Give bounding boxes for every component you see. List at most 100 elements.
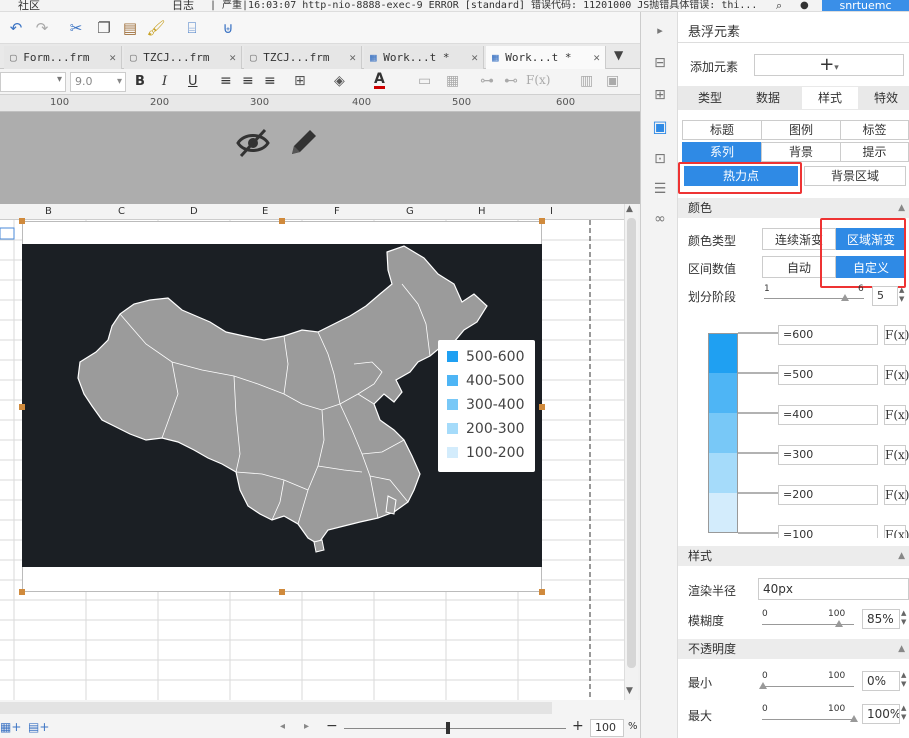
tab-file-2[interactable]: ▢ TZCJ...frm ✕ — [124, 46, 242, 69]
dataset-icon[interactable]: ⊞ — [651, 86, 669, 104]
log-link[interactable]: 日志 — [172, 0, 194, 11]
min-opacity-input[interactable]: 0% — [862, 671, 900, 691]
scroll-up-icon[interactable]: ▲ — [626, 204, 633, 214]
add-element-button[interactable]: +▾ — [754, 54, 904, 76]
close-icon[interactable]: ✕ — [229, 46, 236, 69]
formula-button[interactable]: F(x) — [884, 525, 909, 538]
border-icon[interactable]: ⊞ — [294, 73, 306, 89]
font-color-button[interactable]: A — [374, 72, 385, 89]
font-family-select[interactable]: ▾ — [0, 72, 66, 92]
column-header[interactable]: G — [406, 206, 414, 217]
tab-menu-icon[interactable]: ▼ — [614, 48, 623, 62]
subtab-background[interactable]: 背景 — [761, 142, 841, 162]
stages-input[interactable]: 5 — [872, 286, 898, 306]
column-header[interactable]: E — [262, 206, 268, 217]
tab-file-5[interactable]: ▦ Work...t * ✕ — [486, 46, 606, 69]
image-icon[interactable]: ▣ — [606, 73, 619, 89]
legend-item[interactable]: 100-200 — [447, 445, 525, 461]
resize-handle[interactable] — [19, 218, 25, 224]
resize-handle[interactable] — [539, 589, 545, 595]
bell-icon[interactable]: ● — [800, 0, 809, 11]
legend-item[interactable]: 500-600 — [447, 349, 525, 365]
float-element-icon[interactable]: ▣ — [651, 118, 669, 136]
column-header[interactable]: B — [45, 206, 52, 217]
min-opacity-thumb[interactable] — [759, 682, 767, 689]
max-opacity-input[interactable]: 100% — [862, 704, 900, 724]
sheet-next-icon[interactable]: ▸ — [304, 721, 309, 732]
hyperlink-icon[interactable]: ⊷ — [504, 73, 518, 89]
resize-handle[interactable] — [539, 404, 545, 410]
resize-handle[interactable] — [279, 218, 285, 224]
plugin-icon[interactable]: ⊎ — [218, 18, 238, 38]
layer-icon[interactable]: ☰ — [651, 180, 669, 198]
map-region-hainan[interactable] — [313, 539, 325, 553]
italic-button[interactable]: I — [162, 74, 167, 89]
community-link[interactable]: 社区 — [18, 0, 40, 11]
radius-input[interactable]: 40px — [758, 578, 909, 600]
user-badge[interactable]: snrtuemc — [822, 0, 909, 11]
widget-icon[interactable]: ⊡ — [651, 150, 669, 168]
subtab-title[interactable]: 标题 — [682, 120, 762, 140]
column-header[interactable]: H — [478, 206, 486, 217]
range-input[interactable]: =300 — [778, 445, 878, 465]
add-sheet-icon[interactable]: ▦+ — [0, 720, 21, 734]
hide-eye-icon[interactable] — [235, 127, 271, 159]
align-right-icon[interactable]: ≡ — [264, 73, 276, 89]
min-opacity-slider[interactable] — [762, 686, 854, 687]
subtab-tooltip[interactable]: 提示 — [840, 142, 909, 162]
font-size-select[interactable]: 9.0 ▾ — [70, 72, 126, 92]
close-icon[interactable]: ✕ — [109, 46, 116, 69]
undo-icon[interactable]: ↶ — [6, 18, 26, 38]
subtab-series[interactable]: 系列 — [682, 142, 762, 162]
formula-button[interactable]: F(x) — [884, 325, 909, 345]
fill-color-icon[interactable]: ◈ — [334, 73, 345, 89]
vertical-scrollbar[interactable]: ▲ ▼ — [624, 204, 638, 700]
bold-button[interactable]: B — [135, 74, 145, 89]
min-opacity-spinner[interactable]: ▲ ▼ — [901, 671, 909, 691]
stages-spinner[interactable]: ▲ ▼ — [899, 286, 907, 306]
add-form-sheet-icon[interactable]: ▤+ — [28, 720, 49, 734]
cut-icon[interactable]: ✂ — [66, 18, 86, 38]
close-icon[interactable]: ✕ — [471, 46, 478, 69]
tab-type[interactable]: 类型 — [682, 87, 738, 109]
range-input[interactable]: =600 — [778, 325, 878, 345]
formula-button[interactable]: F(x) — [526, 73, 550, 87]
horizontal-scrollbar[interactable] — [0, 702, 552, 714]
underline-button[interactable]: U — [188, 74, 198, 89]
close-icon[interactable]: ✕ — [349, 46, 356, 69]
sheet-prev-icon[interactable]: ◂ — [280, 721, 285, 732]
resize-handle[interactable] — [19, 589, 25, 595]
range-input[interactable]: =100 — [778, 525, 878, 538]
map-region[interactable] — [77, 245, 488, 545]
legend-item[interactable]: 400-500 — [447, 373, 525, 389]
copy-icon[interactable]: ❐ — [94, 18, 114, 38]
range-input[interactable]: =500 — [778, 365, 878, 385]
range-input[interactable]: =400 — [778, 405, 878, 425]
subtab-background-area[interactable]: 背景区域 — [804, 166, 906, 186]
blur-spinner[interactable]: ▲ ▼ — [901, 609, 909, 629]
formula-button[interactable]: F(x) — [884, 485, 909, 505]
scroll-down-icon[interactable]: ▼ — [626, 686, 633, 696]
tab-file-3[interactable]: ▢ TZCJ...frm ✕ — [244, 46, 362, 69]
legend-item[interactable]: 200-300 — [447, 421, 525, 437]
tab-style[interactable]: 样式 — [802, 87, 858, 109]
align-center-icon[interactable]: ≡ — [242, 73, 254, 89]
color-section-header[interactable]: 颜色 ▲ — [678, 198, 909, 218]
zoom-in-icon[interactable]: + — [572, 718, 584, 734]
tab-data[interactable]: 数据 — [740, 87, 796, 109]
max-opacity-slider[interactable] — [762, 719, 854, 720]
collapse-icon[interactable]: ▲ — [898, 546, 905, 566]
subtab-legend[interactable]: 图例 — [761, 120, 841, 140]
stages-slider[interactable] — [764, 298, 864, 299]
resize-handle[interactable] — [539, 218, 545, 224]
resize-handle[interactable] — [279, 589, 285, 595]
range-input[interactable]: =200 — [778, 485, 878, 505]
merge-icon[interactable]: ▭ — [418, 73, 431, 89]
stages-slider-thumb[interactable] — [841, 294, 849, 301]
column-header[interactable]: F — [334, 206, 340, 217]
format-painter-icon[interactable]: 🖌 — [146, 18, 166, 38]
column-header[interactable]: I — [550, 206, 553, 217]
tab-effects[interactable]: 特效 — [864, 87, 908, 109]
formula-button[interactable]: F(x) — [884, 445, 909, 465]
close-icon[interactable]: ✕ — [593, 46, 600, 69]
